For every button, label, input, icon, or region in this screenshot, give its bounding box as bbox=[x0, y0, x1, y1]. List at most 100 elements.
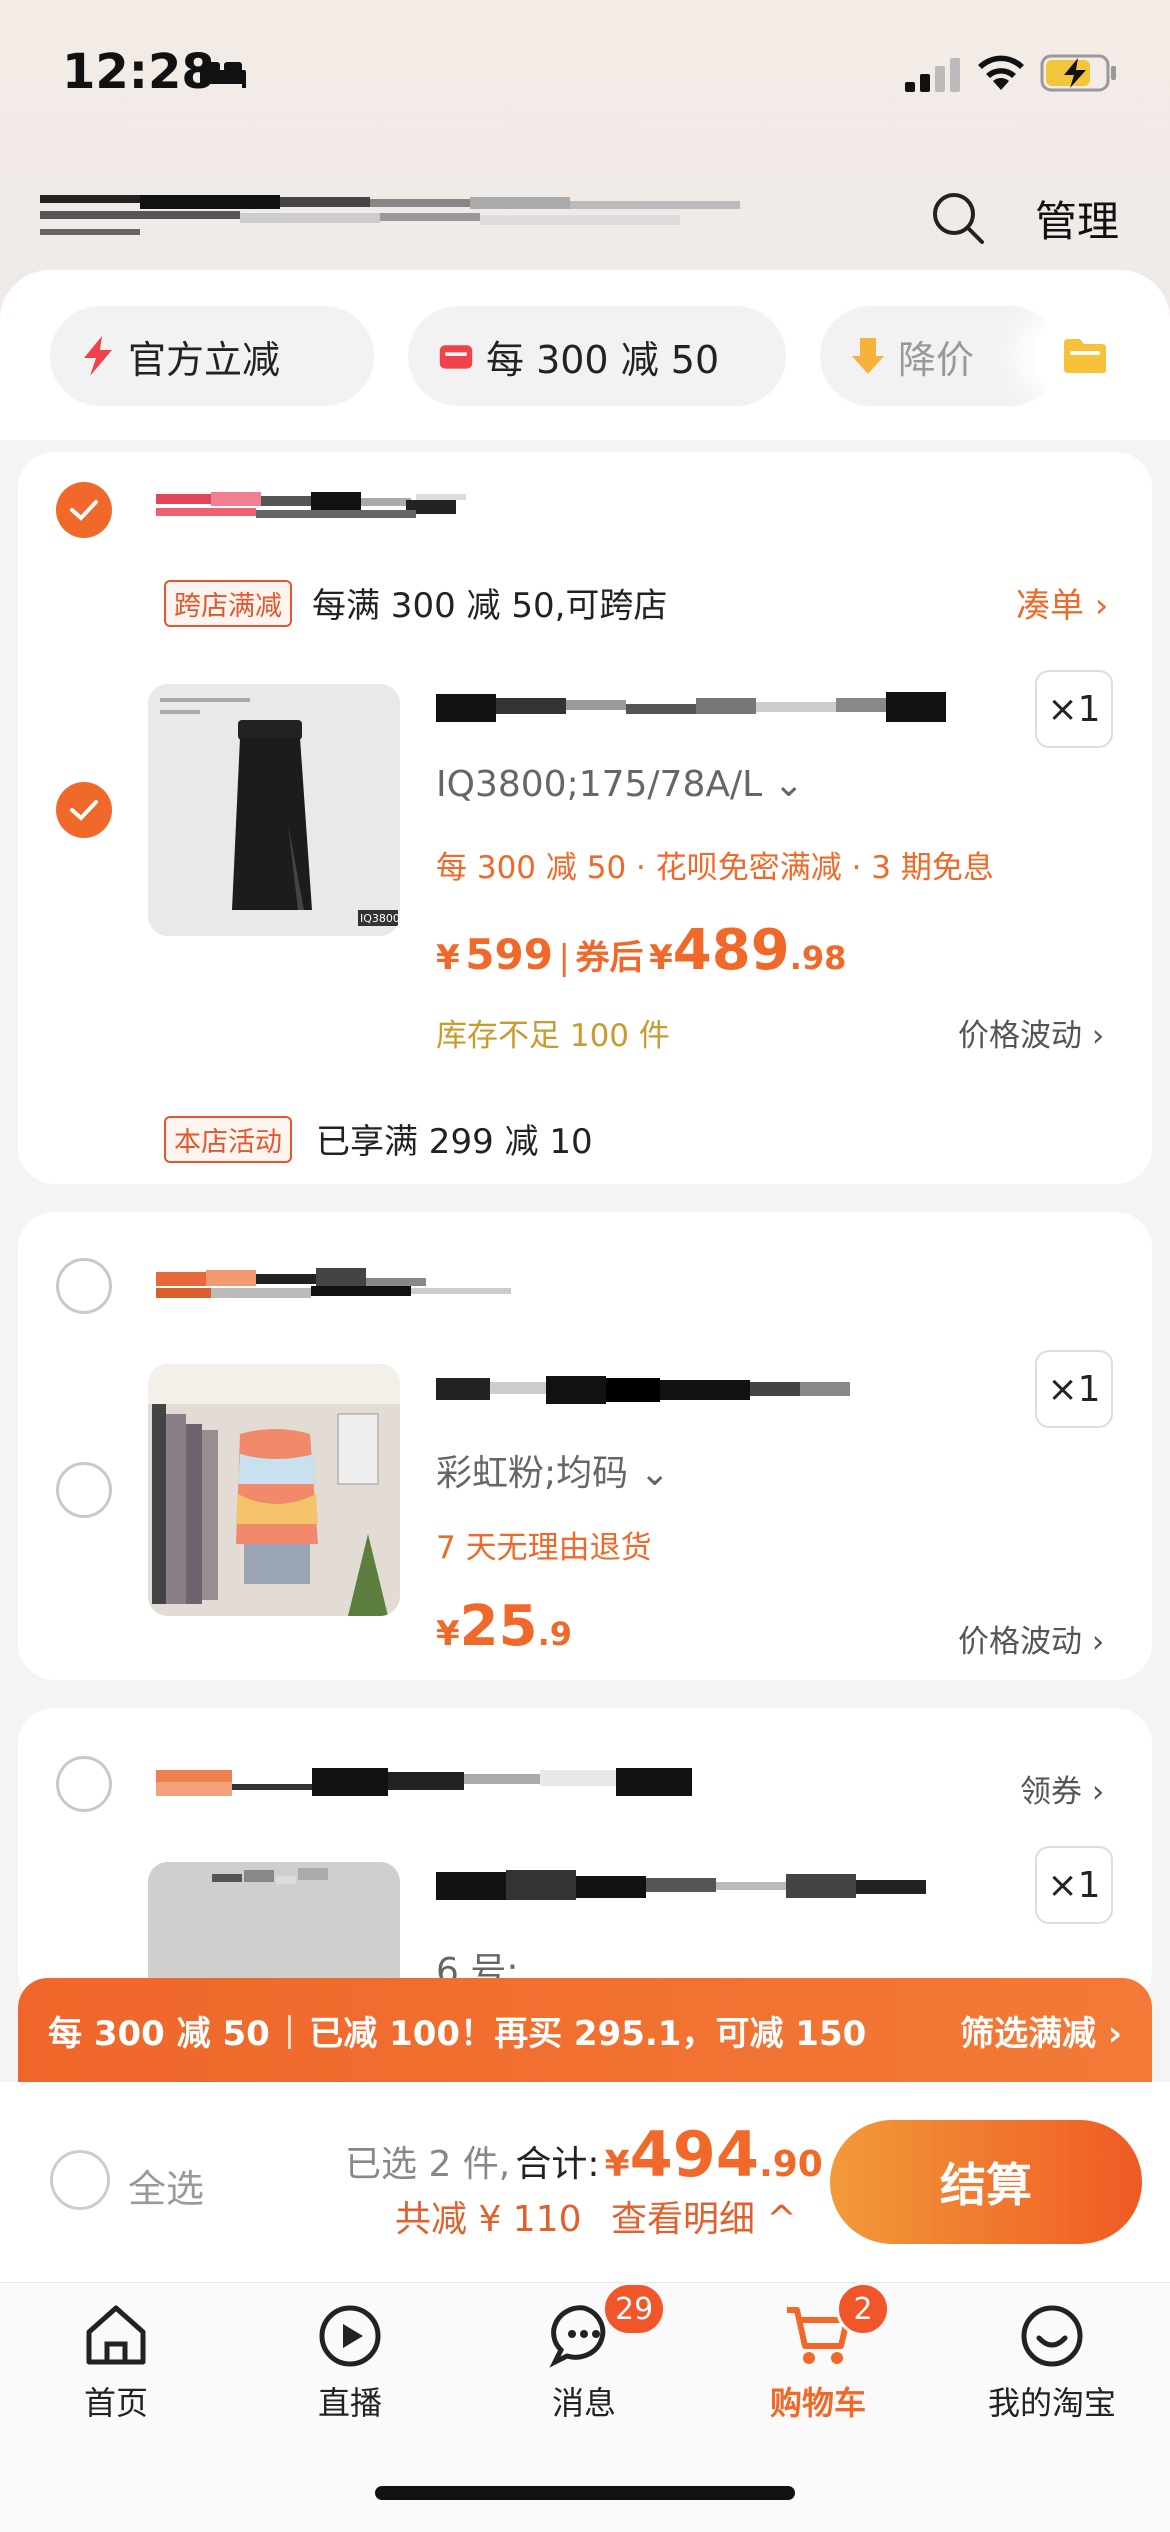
total-amount: 494 bbox=[629, 2118, 760, 2191]
filter-label: 官方立减 bbox=[128, 337, 281, 382]
tab-live[interactable]: 直播 bbox=[260, 2300, 440, 2424]
item-2-price-decimal: .9 bbox=[537, 1615, 573, 1653]
item-3-thumbnail[interactable] bbox=[148, 1862, 400, 1978]
folder-button[interactable] bbox=[1035, 306, 1135, 406]
item-2-title-redacted bbox=[436, 1376, 850, 1404]
total-saved: 共减 ¥ 110 bbox=[395, 2199, 582, 2240]
checkout-button[interactable]: 结算 bbox=[830, 2120, 1142, 2244]
banner-progress: 已减 100！再买 295.1，可减 150 bbox=[309, 2013, 867, 2054]
item-2-quantity[interactable]: ×1 bbox=[1035, 1350, 1113, 1428]
currency-symbol: ¥ bbox=[604, 2144, 630, 2185]
store-3-name-redacted bbox=[156, 1768, 692, 1796]
item-1-stock-warning: 库存不足 100 件 bbox=[436, 1018, 670, 1054]
manage-button[interactable]: 管理 bbox=[1035, 188, 1119, 249]
currency-symbol: ¥ bbox=[436, 1614, 460, 1654]
filter-label: 每 300 减 50 bbox=[486, 337, 720, 382]
store-3-checkbox[interactable] bbox=[56, 1756, 112, 1812]
profile-icon bbox=[1021, 2305, 1083, 2367]
cart-badge: 2 bbox=[836, 2282, 890, 2336]
cross-store-promo: 每满 300 减 50,可跨店 bbox=[312, 586, 668, 626]
item-1-thumbnail[interactable]: IQ3800 bbox=[148, 684, 400, 936]
tab-label: 我的淘宝 bbox=[987, 2384, 1116, 2422]
item-3-image-redacted bbox=[148, 1862, 400, 1978]
item-1-price-fluctuation[interactable]: 价格波动 › bbox=[958, 1010, 1104, 1055]
home-indicator bbox=[375, 2486, 795, 2500]
tab-my-taobao[interactable]: 我的淘宝 bbox=[962, 2300, 1142, 2424]
selected-count: 已选 2 件, bbox=[345, 2144, 511, 2185]
store-activity-tag: 本店活动 bbox=[164, 1116, 292, 1163]
spend-discount-banner[interactable]: 每 300 减 50 | 已减 100！再买 295.1，可减 150 筛选满减… bbox=[18, 1978, 1152, 2082]
store-2-checkbox[interactable] bbox=[56, 1258, 112, 1314]
arrow-down-icon bbox=[852, 338, 884, 374]
banner-filter-link[interactable]: 筛选满减 › bbox=[960, 2006, 1122, 2055]
wifi-icon bbox=[978, 55, 1024, 90]
tab-home[interactable]: 首页 bbox=[26, 2300, 206, 2424]
coupon-label: 券后 bbox=[575, 938, 644, 978]
cross-store-tag: 跨店满减 bbox=[164, 580, 292, 627]
item-3-title-redacted bbox=[436, 1870, 926, 1900]
filter-official-discount[interactable]: 官方立减 bbox=[50, 306, 374, 406]
select-all-label[interactable]: 全选 bbox=[128, 2158, 204, 2213]
combine-order-link[interactable]: 凑单 › bbox=[1016, 578, 1108, 627]
item-2-checkbox[interactable] bbox=[56, 1462, 112, 1518]
item-1-coupon-price: 489 bbox=[672, 918, 790, 983]
item-1-quantity[interactable]: ×1 bbox=[1035, 670, 1113, 748]
item-1-title-redacted bbox=[436, 692, 946, 722]
item-1-coupon-price-decimal: .98 bbox=[789, 939, 847, 977]
store-activity-text: 已享满 299 减 10 bbox=[316, 1122, 593, 1162]
banner-divider: | bbox=[283, 2010, 296, 2050]
shop-title-redacted bbox=[40, 195, 740, 235]
filter-price-drop[interactable]: 降价 bbox=[820, 306, 1060, 406]
item-2-price: ¥25.9 bbox=[436, 1594, 572, 1659]
status-bar: 12:28 bbox=[0, 0, 1170, 140]
filter-spend-discount[interactable]: 每 300 减 50 bbox=[408, 306, 786, 406]
item-2-thumbnail[interactable] bbox=[148, 1364, 400, 1616]
currency-symbol: ¥ bbox=[436, 938, 460, 978]
skirt-image bbox=[148, 684, 400, 936]
item-1-price: ¥ 599 | 券后 ¥489.98 bbox=[436, 918, 846, 983]
store-2-name-redacted bbox=[156, 1268, 511, 1298]
filter-label: 降价 bbox=[898, 337, 975, 382]
store-1-checkbox[interactable] bbox=[56, 482, 112, 538]
total-decimal: .90 bbox=[759, 2144, 823, 2185]
item-1-promo-text: 每 300 减 50 · 花呗免密满减 · 3 期免息 bbox=[436, 850, 994, 886]
cell-signal-icon bbox=[905, 58, 960, 92]
discount-summary: 共减 ¥ 110 查看明细 ^ bbox=[395, 2190, 797, 2242]
item-3-sku-partial[interactable]: 6 号;… bbox=[436, 1942, 554, 1978]
check-icon bbox=[70, 800, 98, 821]
messages-badge: 29 bbox=[602, 2282, 667, 2336]
folder-icon bbox=[1064, 339, 1106, 373]
item-2-promo-text: 7 天无理由退货 bbox=[436, 1530, 652, 1566]
item-3-quantity[interactable]: ×1 bbox=[1035, 1846, 1113, 1924]
total-label: 合计: bbox=[515, 2144, 600, 2185]
check-icon bbox=[70, 500, 98, 521]
thumb-label: IQ3800 bbox=[360, 912, 400, 925]
battery-charging-icon bbox=[1040, 54, 1116, 92]
top-image bbox=[148, 1364, 400, 1616]
search-icon[interactable] bbox=[930, 190, 986, 246]
status-time: 12:28 bbox=[62, 44, 215, 100]
store-1-name-redacted bbox=[156, 492, 466, 518]
coupon-icon bbox=[439, 345, 473, 369]
tab-label: 首页 bbox=[83, 2384, 148, 2422]
currency-symbol: ¥ bbox=[649, 938, 673, 978]
price-divider: | bbox=[558, 938, 570, 978]
view-details-link[interactable]: 查看明细 ^ bbox=[611, 2199, 797, 2240]
order-summary: 已选 2 件, 合计: ¥494.90 bbox=[345, 2118, 823, 2191]
item-2-price-int: 25 bbox=[459, 1594, 538, 1659]
item-1-sku-selector[interactable]: IQ3800;175/78A/L ⌄ bbox=[436, 764, 804, 805]
banner-promo: 每 300 减 50 bbox=[48, 2013, 270, 2054]
tab-label: 购物车 bbox=[769, 2384, 866, 2422]
select-all-checkbox[interactable] bbox=[50, 2150, 110, 2210]
tab-label: 直播 bbox=[317, 2384, 382, 2422]
item-1-original-price: 599 bbox=[465, 930, 553, 979]
item-2-sku-selector[interactable]: 彩虹粉;均码 ⌄ bbox=[436, 1444, 670, 1496]
tab-label: 消息 bbox=[551, 2384, 616, 2422]
item-1-checkbox[interactable] bbox=[56, 782, 112, 838]
live-icon bbox=[319, 2305, 381, 2367]
home-icon bbox=[86, 2305, 146, 2365]
lightning-icon bbox=[84, 336, 112, 376]
item-2-price-fluctuation[interactable]: 价格波动 › bbox=[958, 1616, 1104, 1661]
get-coupon-link[interactable]: 领券 › bbox=[1020, 1766, 1104, 1811]
sleep-focus-icon bbox=[200, 62, 246, 88]
